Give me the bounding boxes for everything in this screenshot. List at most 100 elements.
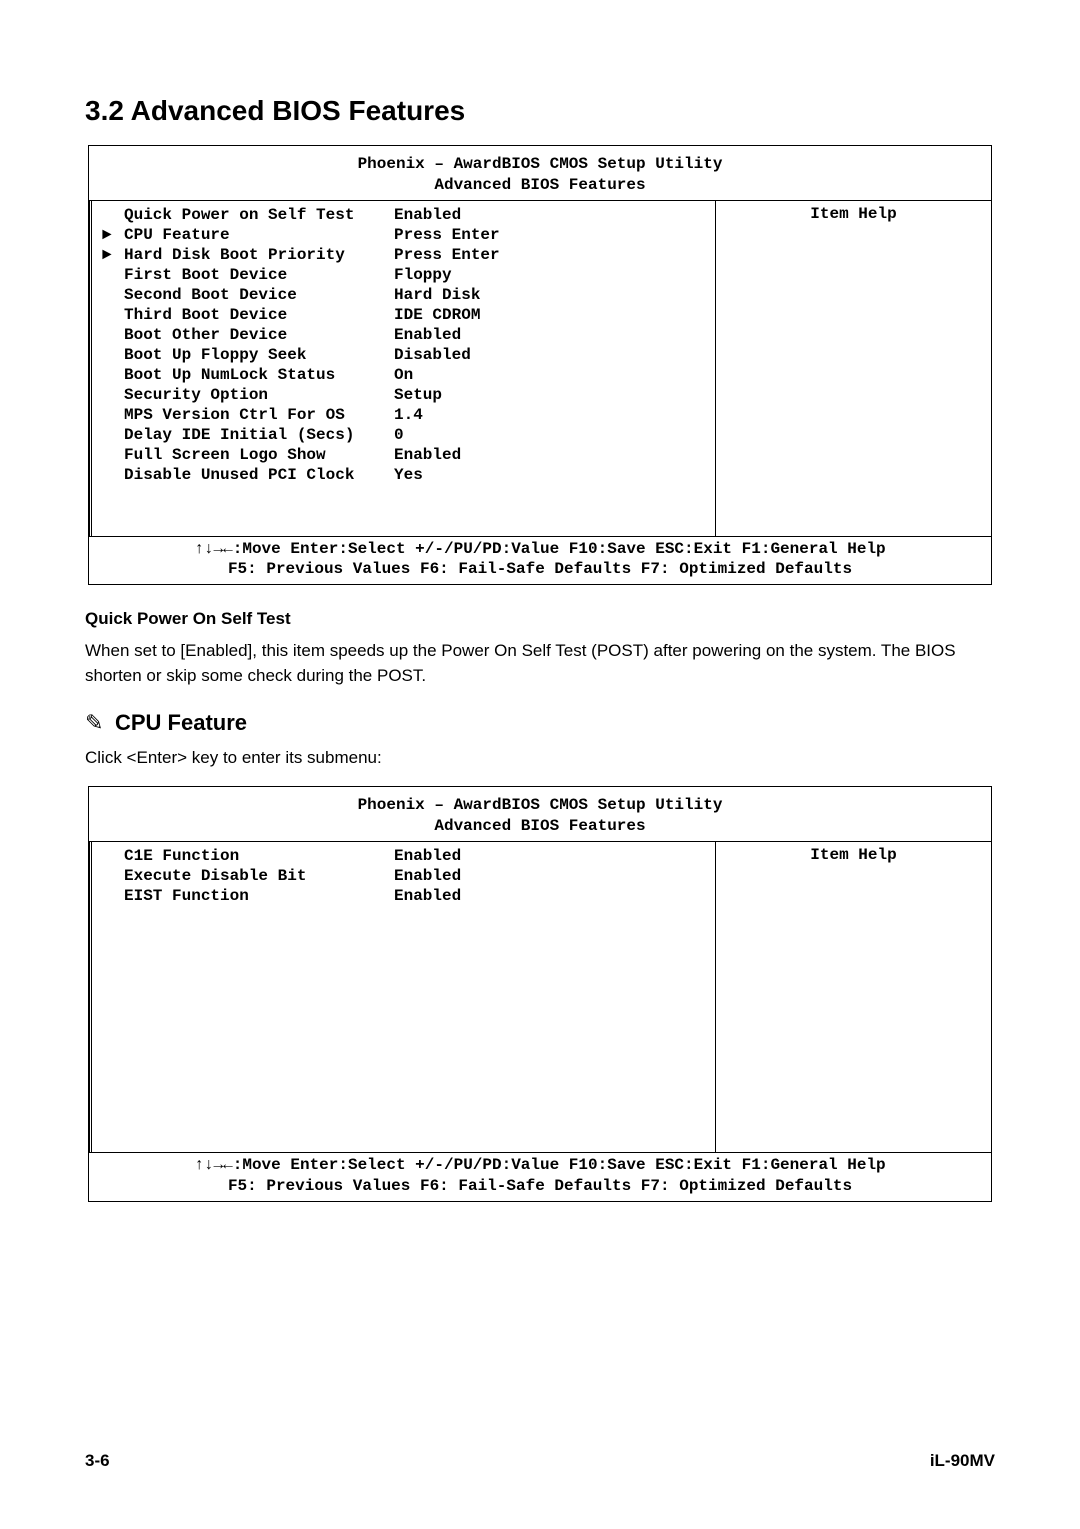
submenu-arrow-icon — [102, 205, 124, 225]
setting-description: When set to [Enabled], this item speeds … — [85, 639, 995, 688]
setting-value: 0 — [394, 425, 404, 445]
setting-label: Disable Unused PCI Clock — [124, 465, 394, 485]
bios-help-pane: Item Help — [716, 201, 991, 536]
bios-setting-row[interactable]: Third Boot DeviceIDE CDROM — [92, 305, 715, 325]
bios-title-line1: Phoenix – AwardBIOS CMOS Setup Utility — [89, 154, 991, 175]
setting-label: Second Boot Device — [124, 285, 394, 305]
submenu-arrow-icon — [102, 425, 124, 445]
bios-setting-row[interactable]: ►CPU FeaturePress Enter — [92, 225, 715, 245]
setting-label: Delay IDE Initial (Secs) — [124, 425, 394, 445]
submenu-arrow-icon — [102, 846, 124, 866]
bios-setting-row[interactable]: First Boot DeviceFloppy — [92, 265, 715, 285]
setting-label: Execute Disable Bit — [124, 866, 394, 886]
setting-value: On — [394, 365, 413, 385]
bios-setting-row[interactable]: Boot Up Floppy SeekDisabled — [92, 345, 715, 365]
setting-value: Press Enter — [394, 245, 500, 265]
setting-label: CPU Feature — [124, 225, 394, 245]
bios-cpu-list: C1E FunctionEnabledExecute Disable BitEn… — [89, 842, 716, 1152]
bios-setting-row[interactable]: EIST FunctionEnabled — [92, 886, 715, 906]
page-number: 3-6 — [85, 1451, 110, 1471]
submenu-arrow-icon — [102, 325, 124, 345]
setting-label: Full Screen Logo Show — [124, 445, 394, 465]
bios-setting-row[interactable]: Security OptionSetup — [92, 385, 715, 405]
bios-setting-row[interactable]: MPS Version Ctrl For OS1.4 — [92, 405, 715, 425]
pointer-icon: ✎ — [85, 710, 107, 736]
submenu-arrow-icon — [102, 365, 124, 385]
setting-value: IDE CDROM — [394, 305, 480, 325]
cpu-feature-intro: Click <Enter> key to enter its submenu: — [85, 748, 995, 768]
setting-value: 1.4 — [394, 405, 423, 425]
footer2-keys-line2: F5: Previous Values F6: Fail-Safe Defaul… — [89, 1176, 991, 1197]
setting-label: MPS Version Ctrl For OS — [124, 405, 394, 425]
item-help-label: Item Help — [810, 205, 896, 223]
bios-header-2: Phoenix – AwardBIOS CMOS Setup Utility A… — [89, 787, 991, 841]
bios-settings-list: Quick Power on Self TestEnabled►CPU Feat… — [89, 201, 716, 536]
bios-setting-row[interactable]: Boot Up NumLock StatusOn — [92, 365, 715, 385]
bios-footer-2: ↑↓→←:Move Enter:Select +/-/PU/PD:Value F… — [89, 1152, 991, 1201]
bios-setting-row[interactable]: ►Hard Disk Boot PriorityPress Enter — [92, 245, 715, 265]
section-heading: 3.2 Advanced BIOS Features — [85, 95, 995, 127]
setting-value: Enabled — [394, 866, 461, 886]
setting-label: Security Option — [124, 385, 394, 405]
bios-setting-row[interactable]: Quick Power on Self TestEnabled — [92, 205, 715, 225]
bios-setting-row[interactable]: Disable Unused PCI ClockYes — [92, 465, 715, 485]
setting-subheading: Quick Power On Self Test — [85, 609, 995, 629]
submenu-arrow-icon — [102, 305, 124, 325]
footer2-keys-line1: ↑↓→←:Move Enter:Select +/-/PU/PD:Value F… — [89, 1155, 991, 1176]
setting-label: First Boot Device — [124, 265, 394, 285]
setting-label: Boot Other Device — [124, 325, 394, 345]
setting-value: Enabled — [394, 325, 461, 345]
bios-title2-line1: Phoenix – AwardBIOS CMOS Setup Utility — [89, 795, 991, 816]
setting-value: Enabled — [394, 205, 461, 225]
submenu-arrow-icon: ► — [102, 245, 124, 265]
bios-title2-line2: Advanced BIOS Features — [89, 816, 991, 837]
setting-value: Disabled — [394, 345, 471, 365]
bios-setting-row[interactable]: Boot Other DeviceEnabled — [92, 325, 715, 345]
submenu-arrow-icon — [102, 866, 124, 886]
setting-label: Third Boot Device — [124, 305, 394, 325]
bios-setting-row[interactable]: Full Screen Logo ShowEnabled — [92, 445, 715, 465]
submenu-arrow-icon — [102, 345, 124, 365]
setting-label: Boot Up NumLock Status — [124, 365, 394, 385]
setting-value: Yes — [394, 465, 423, 485]
setting-label: C1E Function — [124, 846, 394, 866]
setting-value: Enabled — [394, 846, 461, 866]
page-footer: 3-6 iL-90MV — [85, 1451, 995, 1471]
bios-help-pane-2: Item Help — [716, 842, 991, 1152]
setting-label: EIST Function — [124, 886, 394, 906]
bios-panel-cpu: Phoenix – AwardBIOS CMOS Setup Utility A… — [88, 786, 992, 1201]
bios-title-line2: Advanced BIOS Features — [89, 175, 991, 196]
submenu-arrow-icon — [102, 886, 124, 906]
bios-setting-row[interactable]: Second Boot DeviceHard Disk — [92, 285, 715, 305]
cpu-feature-title: CPU Feature — [115, 710, 247, 735]
setting-value: Enabled — [394, 445, 461, 465]
bios-setting-row[interactable]: Delay IDE Initial (Secs) 0 — [92, 425, 715, 445]
bios-body-2: C1E FunctionEnabledExecute Disable BitEn… — [89, 841, 991, 1152]
submenu-arrow-icon — [102, 385, 124, 405]
setting-value: Enabled — [394, 886, 461, 906]
bios-setting-row[interactable]: Execute Disable BitEnabled — [92, 866, 715, 886]
footer-keys-line1: ↑↓→←:Move Enter:Select +/-/PU/PD:Value F… — [89, 539, 991, 560]
submenu-arrow-icon — [102, 405, 124, 425]
item-help-label-2: Item Help — [810, 846, 896, 864]
setting-value: Setup — [394, 385, 442, 405]
setting-label: Boot Up Floppy Seek — [124, 345, 394, 365]
submenu-arrow-icon — [102, 285, 124, 305]
submenu-arrow-icon — [102, 445, 124, 465]
setting-value: Hard Disk — [394, 285, 480, 305]
bios-setting-row[interactable]: C1E FunctionEnabled — [92, 846, 715, 866]
footer-keys-line2: F5: Previous Values F6: Fail-Safe Defaul… — [89, 559, 991, 580]
cpu-feature-heading: ✎ CPU Feature — [85, 710, 995, 736]
doc-id: iL-90MV — [930, 1451, 995, 1471]
submenu-arrow-icon — [102, 265, 124, 285]
setting-label: Quick Power on Self Test — [124, 205, 394, 225]
bios-footer: ↑↓→←:Move Enter:Select +/-/PU/PD:Value F… — [89, 536, 991, 585]
submenu-arrow-icon — [102, 465, 124, 485]
bios-header: Phoenix – AwardBIOS CMOS Setup Utility A… — [89, 146, 991, 200]
bios-panel-main: Phoenix – AwardBIOS CMOS Setup Utility A… — [88, 145, 992, 585]
setting-label: Hard Disk Boot Priority — [124, 245, 394, 265]
setting-value: Press Enter — [394, 225, 500, 245]
bios-body: Quick Power on Self TestEnabled►CPU Feat… — [89, 200, 991, 536]
setting-value: Floppy — [394, 265, 452, 285]
submenu-arrow-icon: ► — [102, 225, 124, 245]
